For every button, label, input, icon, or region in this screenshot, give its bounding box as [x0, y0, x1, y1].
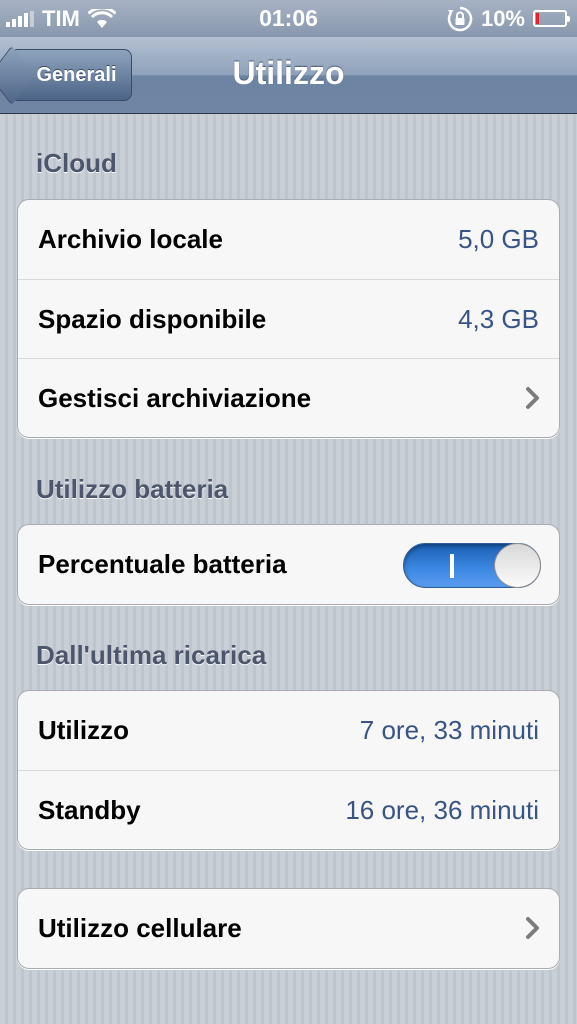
since-charge-group: Utilizzo 7 ore, 33 minuti Standby 16 ore…: [17, 690, 560, 850]
row-standby: Standby 16 ore, 36 minuti: [18, 770, 559, 849]
toggle-on-indicator: [450, 554, 454, 578]
section-header-since-charge: Dall'ultima ricarica: [36, 640, 267, 670]
row-manage-storage[interactable]: Gestisci archiviazione: [18, 358, 559, 437]
back-button-label: Generali: [36, 63, 117, 86]
row-label: Utilizzo cellulare: [38, 913, 242, 943]
row-label: Spazio disponibile: [38, 303, 267, 334]
row-local-storage: Archivio locale 5,0 GB: [18, 200, 559, 279]
rotation-lock-icon: [447, 6, 473, 31]
battery-percent: 10%: [480, 5, 525, 31]
row-available-space: Spazio disponibile 4,3 GB: [18, 279, 559, 358]
row-label: Archivio locale: [38, 224, 223, 254]
icloud-group: Archivio locale 5,0 GB Spazio disponibil…: [17, 199, 560, 438]
cellular-group: Utilizzo cellulare: [17, 888, 560, 969]
row-value: 4,3 GB: [458, 303, 539, 334]
row-cellular-usage[interactable]: Utilizzo cellulare: [18, 889, 559, 968]
battery-percentage-toggle[interactable]: [403, 543, 541, 588]
chevron-right-icon: [526, 917, 539, 939]
row-battery-percentage: Percentuale batteria: [18, 525, 559, 604]
section-header-battery: Utilizzo batteria: [36, 474, 229, 504]
battery-level-fill: [536, 13, 539, 24]
section-header-icloud: iCloud: [36, 148, 117, 178]
row-label: Percentuale batteria: [38, 549, 287, 579]
battery-group: Percentuale batteria: [17, 524, 560, 605]
navigation-bar: Generali Utilizzo: [0, 37, 577, 114]
row-usage: Utilizzo 7 ore, 33 minuti: [18, 691, 559, 770]
row-label: Utilizzo: [38, 715, 129, 745]
row-value: 5,0 GB: [458, 224, 539, 254]
chevron-right-icon: [526, 387, 539, 409]
status-right: 10%: [447, 0, 570, 37]
row-value: 7 ore, 33 minuti: [359, 715, 539, 745]
row-label: Gestisci archiviazione: [38, 382, 312, 413]
battery-icon: [533, 10, 570, 27]
row-value: 16 ore, 36 minuti: [345, 794, 539, 825]
toggle-knob: [494, 543, 541, 588]
row-label: Standby: [38, 794, 141, 825]
status-bar: TIM 01:06 10%: [0, 0, 577, 37]
